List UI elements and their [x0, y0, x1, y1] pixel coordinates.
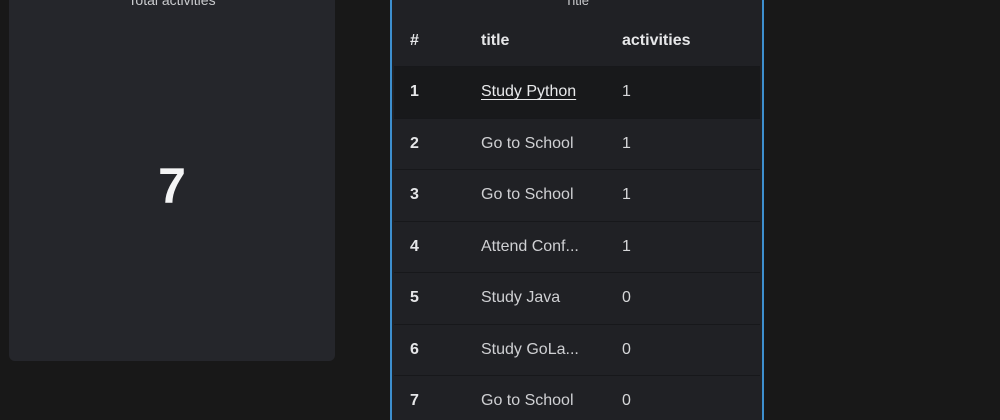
table-row[interactable]: 5 Study Java 0 [394, 272, 760, 325]
table-header-row: # title activities [394, 15, 760, 67]
row-title: Attend Conf... [466, 221, 608, 273]
panel-title: Title [564, 0, 590, 8]
row-title-cell: Study Python [466, 66, 608, 119]
row-number: 7 [394, 375, 466, 420]
row-number: 6 [394, 324, 466, 376]
row-activities: 0 [608, 324, 760, 376]
row-number: 2 [394, 118, 466, 170]
table-row[interactable]: 7 Go to School 0 [394, 375, 760, 420]
row-number: 3 [394, 169, 466, 222]
row-title: Study GoLa... [466, 324, 608, 376]
row-activities: 1 [608, 169, 760, 222]
row-title: Go to School [466, 169, 608, 222]
table-row[interactable]: 2 Go to School 1 [394, 118, 760, 170]
row-title: Study Java [466, 272, 608, 325]
row-activities: 1 [608, 118, 760, 170]
table-row[interactable]: 1 Study Python 1 [394, 66, 760, 119]
row-title-link[interactable]: Study Python [481, 83, 576, 100]
row-number: 5 [394, 272, 466, 325]
stat-card-value: 7 [158, 158, 186, 214]
dashboard-page: Total activities 7 Title # title activit… [0, 0, 1000, 420]
row-activities: 1 [608, 66, 760, 119]
row-activities: 1 [608, 221, 760, 273]
activities-table: # title activities 1 Study Python 1 2 Go… [394, 15, 760, 420]
header-activities[interactable]: activities [608, 15, 760, 67]
row-activities: 0 [608, 272, 760, 325]
header-number[interactable]: # [394, 15, 466, 67]
total-activities-card: Total activities 7 [9, 0, 335, 361]
header-title[interactable]: title [466, 15, 608, 67]
row-activities: 0 [608, 375, 760, 420]
table-row[interactable]: 6 Study GoLa... 0 [394, 324, 760, 376]
activities-table-panel: Title # title activities 1 Study Python … [390, 0, 764, 420]
row-number: 4 [394, 221, 466, 273]
table-row[interactable]: 3 Go to School 1 [394, 169, 760, 222]
stat-card-title: Total activities [128, 0, 216, 8]
row-title: Go to School [466, 375, 608, 420]
table-row[interactable]: 4 Attend Conf... 1 [394, 221, 760, 273]
row-title: Go to School [466, 118, 608, 170]
row-number: 1 [394, 66, 466, 119]
